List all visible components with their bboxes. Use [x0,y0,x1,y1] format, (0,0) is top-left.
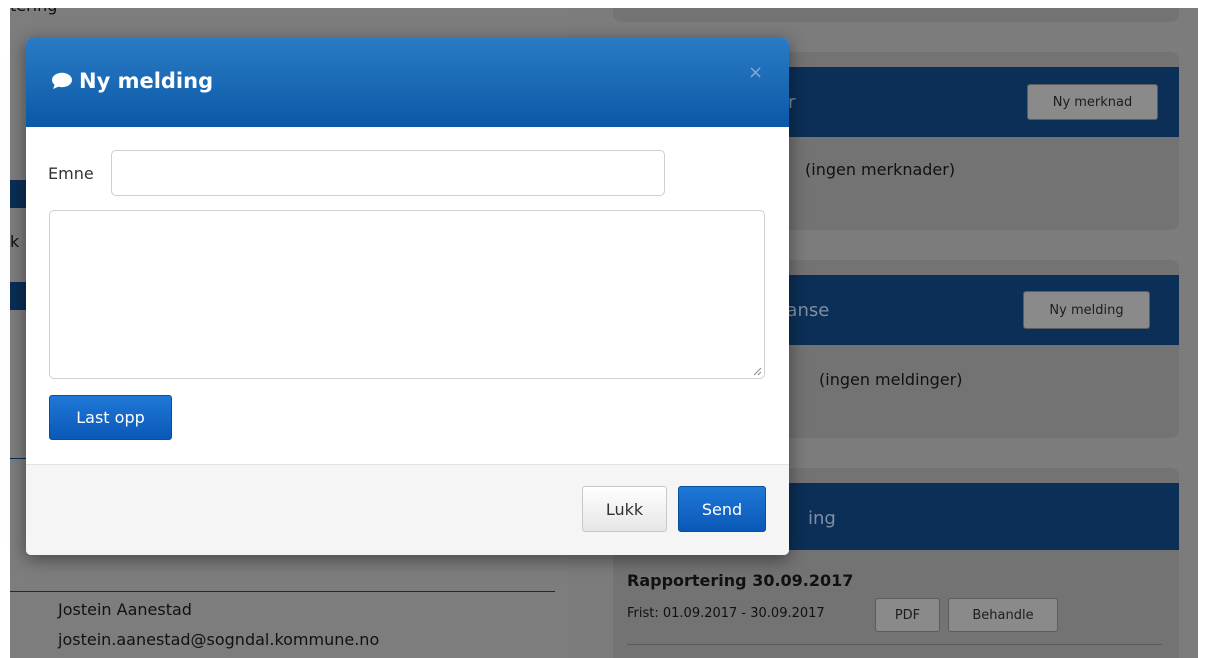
close-icon[interactable]: × [748,62,763,83]
panel-merknader-title: r [788,92,796,113]
panel-top [613,8,1179,22]
panel-merknader-empty: (ingen merknader) [805,160,956,179]
report-divider [627,644,1162,645]
process-button[interactable]: Behandle [948,598,1058,632]
upload-button[interactable]: Last opp [49,395,172,440]
subject-input[interactable] [111,150,665,196]
message-textarea[interactable] [49,210,765,379]
contact-name: Jostein Aanestad [58,600,192,619]
panel-korrespondanse-empty: (ingen meldinger) [819,370,963,389]
close-button[interactable]: Lukk [582,486,667,532]
resize-handle-icon[interactable] [752,366,762,376]
clipped-heading-text: tering [10,8,57,15]
report-item-deadline: Frist: 01.09.2017 - 30.09.2017 [627,606,825,621]
report-item-title: Rapportering 30.09.2017 [627,571,854,590]
contact-email[interactable]: jostein.aanestad@sogndal.kommune.no [58,630,379,649]
subject-label: Emne [48,164,94,183]
new-message-button[interactable]: Ny melding [1023,291,1150,329]
modal-title-text: Ny melding [79,69,214,93]
modal-footer [26,465,789,555]
modal-header: Ny melding × [26,38,789,127]
left-divider-2 [10,591,555,592]
pdf-button[interactable]: PDF [875,598,940,632]
modal-title: Ny melding [51,69,213,93]
send-button[interactable]: Send [678,486,766,532]
new-remark-button[interactable]: Ny merknad [1027,84,1158,120]
comment-icon [52,72,72,89]
clipped-text: k [10,232,20,251]
panel-rapportering-title: ing [808,508,836,529]
new-message-modal: Ny melding × Emne Last opp Lukk Send [26,38,789,555]
